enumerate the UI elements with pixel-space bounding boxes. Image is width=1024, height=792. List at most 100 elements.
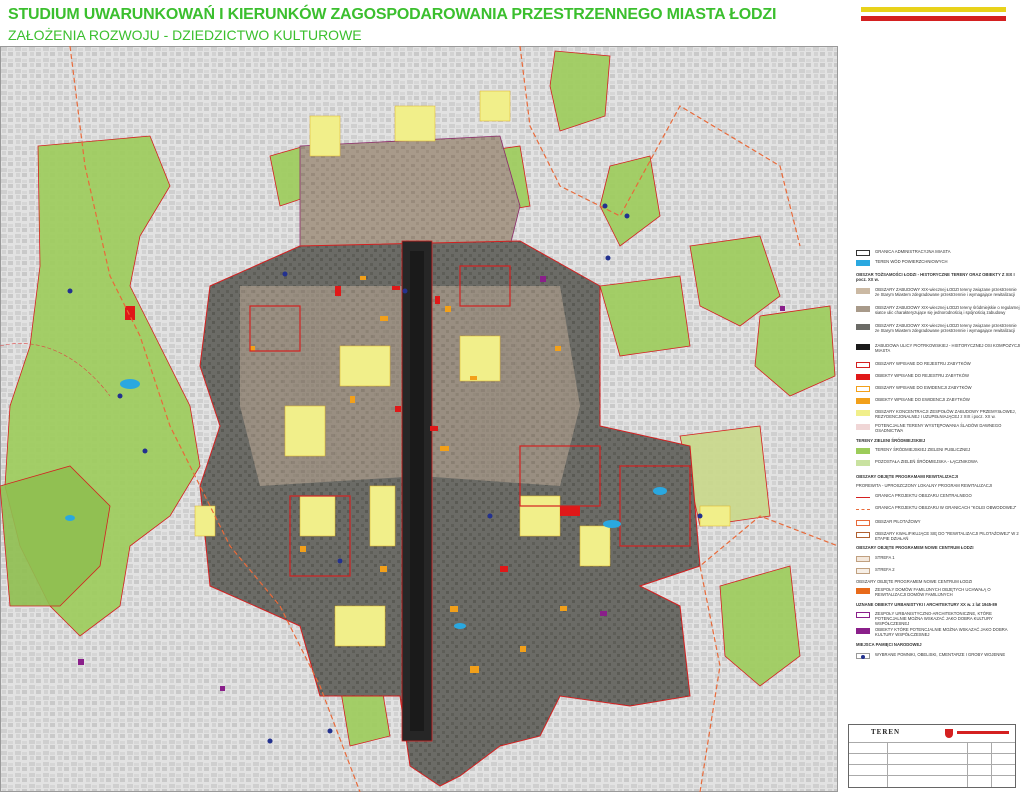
memory-site	[624, 213, 630, 219]
coat-of-arms-icon	[945, 729, 953, 738]
legend-swatch	[856, 509, 870, 510]
evidence-object	[520, 646, 526, 652]
industrial-block	[369, 485, 396, 547]
memory-site	[487, 513, 493, 519]
industrial-block	[479, 90, 511, 122]
legend-label: OBSZAR PILOTAŻOWY	[875, 519, 921, 524]
legend-swatch	[856, 520, 870, 526]
flag-stripe-red	[861, 16, 1006, 21]
legend-label: TEREN WÓD POWIERZCHNIOWYCH	[875, 259, 948, 264]
legend-label: GRANICA PROJEKTU OBSZARU W GRANICACH "KO…	[875, 505, 1017, 510]
legend-swatch	[856, 628, 870, 634]
evidence-object	[300, 546, 306, 552]
evidence-object	[350, 396, 355, 403]
industrial-block	[699, 505, 731, 527]
legend-swatch	[856, 250, 870, 256]
legend-swatch	[856, 288, 870, 294]
modern-object	[78, 659, 84, 665]
memory-site	[67, 288, 73, 294]
header: STUDIUM UWARUNKOWAŃ I KIERUNKÓW ZAGOSPOD…	[0, 0, 1024, 46]
legend-swatch	[856, 374, 870, 380]
industrial-block	[579, 525, 611, 567]
legend-label: OBSZARY KONCENTRACJI ZESPOŁÓW ZABUDOWY P…	[875, 409, 1016, 420]
legend-label: GRANICA PROJEKTU OBSZARU CENTRALNEGO	[875, 493, 972, 498]
register-object	[335, 286, 341, 296]
legend-swatch	[856, 386, 870, 392]
legend-label: ZABUDOWA ULICY PIOTRKOWSKIEJ - HISTORYCZ…	[875, 343, 1021, 354]
legend-swatch	[856, 448, 870, 454]
industrial-block	[299, 495, 336, 537]
legend-label: OBIEKTY KTÓRE POTENCJALNIE MOŻNA WSKAZAĆ…	[875, 627, 1008, 638]
piotrkowska-core	[410, 251, 424, 731]
modern-object	[220, 686, 225, 691]
memory-site	[697, 513, 703, 519]
register-object	[125, 306, 135, 320]
lodz-flag	[861, 7, 1006, 21]
memory-site	[282, 271, 288, 277]
legend-label: OBSZARY KWALIFIKUJĄCE SIĘ DO "REWITALIZA…	[875, 531, 1019, 542]
memory-site	[605, 255, 611, 261]
legend-label: OBSZARY ZABUDOWY XIX-wiecznej ŁODZI tere…	[875, 305, 1020, 316]
legend-section-new-centre: OBSZARY OBJĘTE PROGRAMEM NOWE CENTRUM ŁO…	[856, 545, 974, 550]
memory-site	[602, 203, 608, 209]
industrial-block	[519, 495, 561, 537]
evidence-object	[250, 346, 255, 351]
legend-swatch	[856, 612, 870, 618]
evidence-object	[380, 566, 387, 572]
title-block-col	[991, 743, 992, 787]
memory-site	[267, 738, 273, 744]
memory-site	[402, 288, 408, 294]
industrial-block	[459, 335, 501, 382]
legend-label: OBSZARY WPISANE DO REJESTRU ZABYTKÓW	[875, 361, 971, 366]
evidence-object	[380, 316, 388, 321]
title-block-col	[967, 743, 968, 787]
evidence-object	[360, 276, 366, 280]
legend-section-revital: OBSZARY OBJĘTE PROGRAMAMI REWITALIZACJI	[856, 474, 959, 479]
evidence-object	[440, 446, 449, 451]
legend-label: OBSZARY ZABUDOWY XIX-wiecznej ŁODZI tere…	[875, 323, 1017, 334]
legend-label: ZESPOŁY URBANISTYCZNO-ARCHITEKTONICZNE, …	[875, 611, 993, 627]
legend-section-green: TERENY ZIELENI ŚRÓDMIEJSKIEJ	[856, 438, 926, 443]
legend-label: GRANICA ADMINISTRACYJNA MIASTA	[875, 249, 951, 254]
water	[653, 487, 667, 495]
legend-label: STREFA 2	[875, 567, 895, 572]
legend-label: PROREWITA - UPROSZCZONY LOKALNY PROGRAM …	[856, 483, 993, 488]
legend-swatch	[856, 588, 870, 594]
legend-label: OBIEKTY WPISANE DO REJESTRU ZABYTKÓW	[875, 373, 969, 378]
legend-section-identity: OBSZAR TOŻSAMOŚCI ŁODZI - HISTORYCZNE TE…	[856, 272, 1015, 283]
evidence-object	[470, 376, 477, 380]
industrial-block	[339, 345, 391, 387]
legend-swatch	[856, 260, 870, 266]
legend-swatch	[856, 653, 870, 659]
register-object	[560, 506, 580, 516]
register-object	[435, 296, 440, 304]
legend-label: POTENCJALNE TERENY WYSTĘPOWANIA ŚLADÓW D…	[875, 423, 1002, 434]
legend-label: POZOSTAŁA ZIELEŃ ŚRÓDMIEJSKA - ŁĄCZNIKOW…	[875, 459, 978, 464]
legend-swatch	[856, 497, 870, 498]
modern-object	[780, 306, 785, 311]
map-title: STUDIUM UWARUNKOWAŃ I KIERUNKÓW ZAGOSPOD…	[8, 6, 777, 23]
register-object	[392, 286, 400, 290]
water	[603, 520, 621, 528]
water	[65, 515, 75, 521]
legend-label: OBIEKTY WPISANE DO EWIDENCJI ZABYTKÓW	[875, 397, 970, 402]
legend-new-centre-2: OBSZARY OBJĘTE PROGRAMEM NOWE CENTRUM ŁO…	[856, 579, 973, 584]
legend-swatch	[856, 556, 870, 562]
legend-swatch	[856, 532, 870, 538]
register-object	[500, 566, 508, 572]
legend-swatch	[856, 324, 870, 330]
legend-swatch	[856, 362, 870, 368]
water	[120, 379, 140, 389]
industrial-block	[334, 605, 386, 647]
legend-swatch	[856, 306, 870, 312]
register-object	[430, 426, 438, 431]
memory-site	[327, 728, 333, 734]
legend-section-memory: MIEJSCA PAMIĘCI NARODOWEJ	[856, 642, 922, 647]
legend-label: OBSZARY ZABUDOWY XIX-wiecznej ŁODZI tere…	[875, 287, 1017, 298]
legend-swatch	[856, 460, 870, 466]
legend-label: OBSZARY WPISANE DO EWIDENCJI ZABYTKÓW	[875, 385, 972, 390]
memory-dot-icon	[861, 654, 865, 659]
heritage-map[interactable]	[0, 46, 838, 792]
legend-swatch	[856, 398, 870, 404]
map-legend: GRANICA ADMINISTRACYJNA MIASTA TEREN WÓD…	[848, 248, 1024, 718]
